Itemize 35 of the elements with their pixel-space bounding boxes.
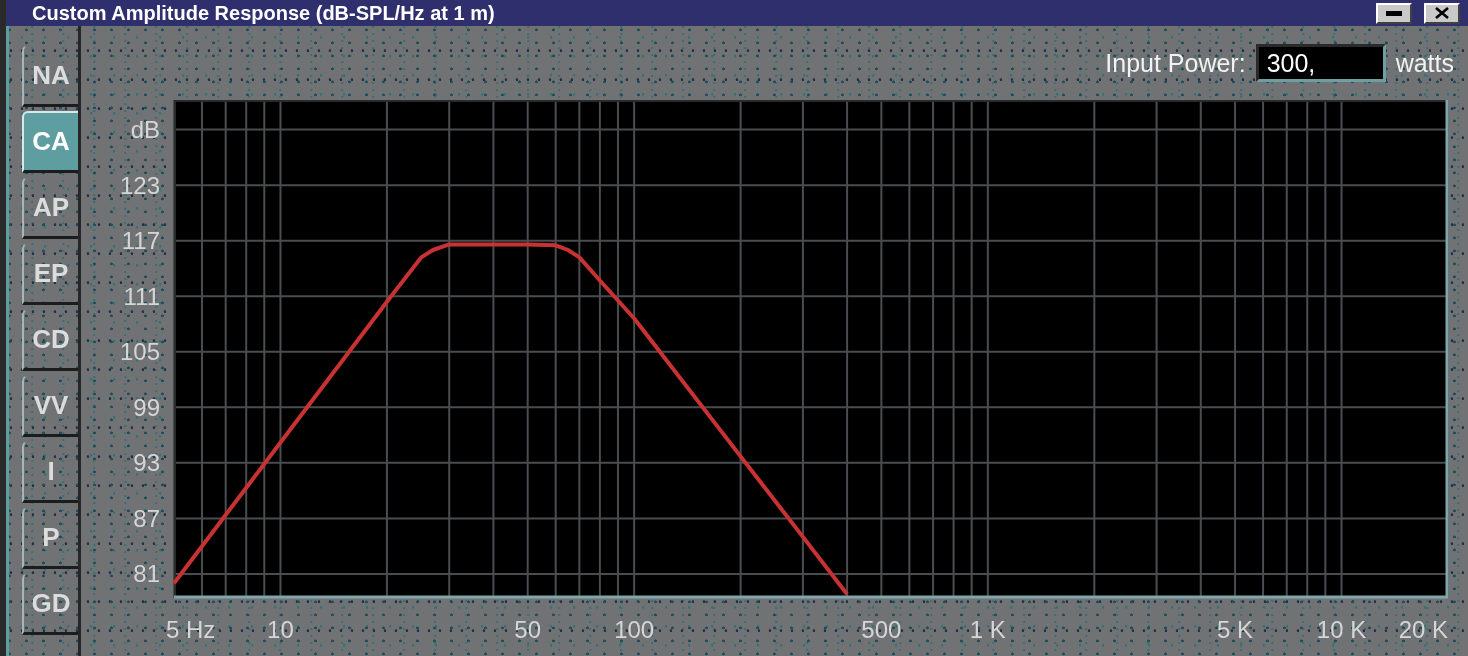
x-tick-label: 20 K [1398,616,1448,643]
x-tick-label: 10 [267,616,294,643]
tab[interactable]: EP [22,243,78,305]
x-tick-label: 10 K [1316,616,1367,643]
minimize-icon [1386,10,1402,16]
x-tick-label: 5 Hz [166,616,216,643]
y-tick-label: 99 [133,393,160,421]
window-title: Custom Amplitude Response (dB-SPL/Hz at 1 m) [32,1,495,25]
tab[interactable]: AP [22,177,78,239]
input-power-field[interactable]: 300, [1255,44,1386,82]
y-tick-label: 105 [119,338,160,366]
tab[interactable]: CD [22,309,78,371]
y-tick-label: 117 [121,227,160,255]
tab[interactable]: I [22,441,78,503]
tab[interactable]: GD [22,573,78,635]
unit-label: watts [1395,48,1454,78]
y-tick-label: 93 [133,449,160,477]
close-button[interactable] [1424,2,1460,24]
y-tick-label: dB [130,116,160,144]
tab[interactable]: NA [22,45,78,107]
x-tick-label: 50 [514,616,542,643]
x-tick-label: 500 [861,616,902,643]
tab[interactable]: CA [22,111,78,173]
tab[interactable]: VV [22,375,78,437]
tab[interactable]: P [22,507,78,569]
y-tick-label: 81 [133,560,160,588]
x-tick-label: 5 K [1217,616,1254,643]
y-tick-label: 111 [123,282,160,310]
input-power-label: Input Power: [1105,48,1246,78]
close-icon [1435,7,1449,19]
y-tick-label: 123 [119,171,160,199]
minimize-button[interactable] [1376,2,1412,24]
x-tick-label: 1 K [969,616,1006,643]
x-tick-label: 100 [614,616,655,643]
y-tick-label: 87 [133,504,160,532]
